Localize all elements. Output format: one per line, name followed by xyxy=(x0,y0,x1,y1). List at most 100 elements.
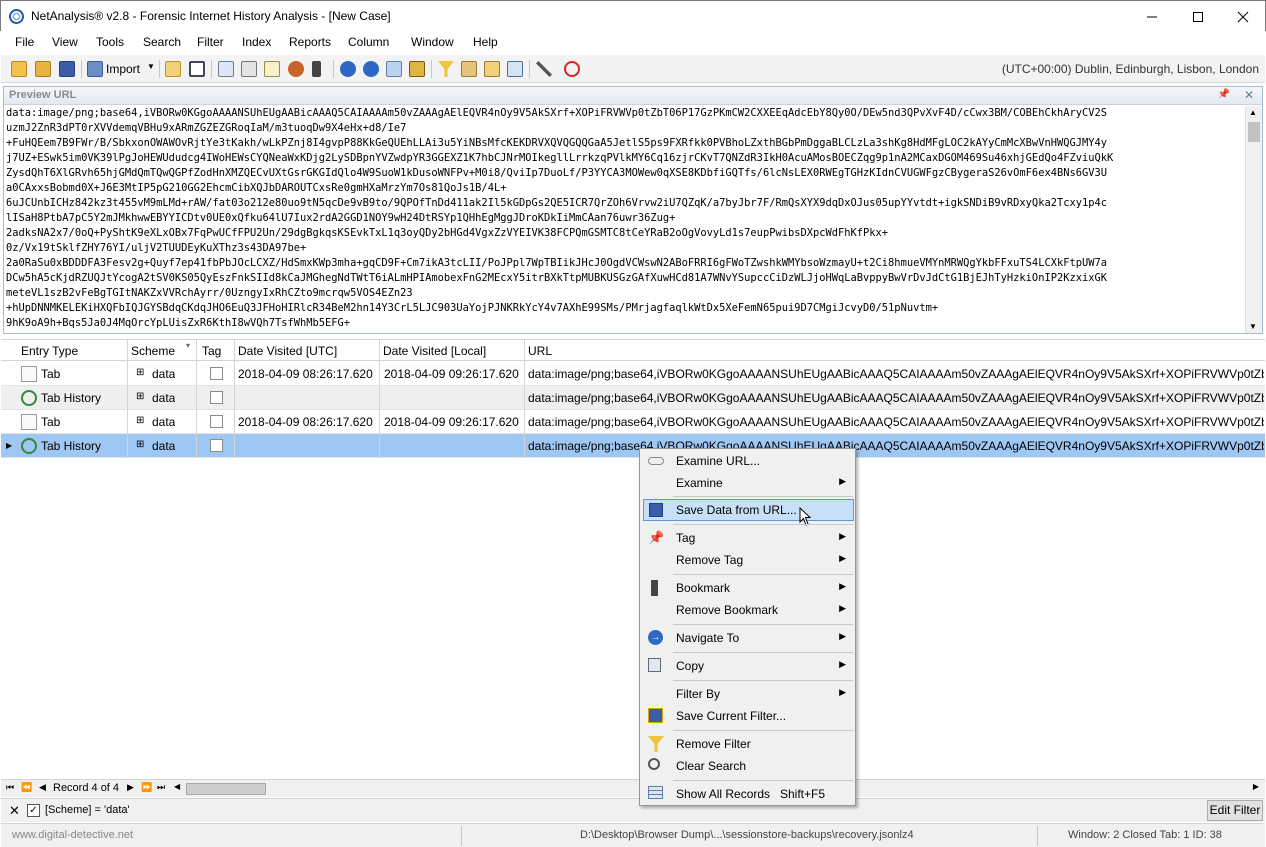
refresh-icon[interactable] xyxy=(340,61,356,77)
menu-copy[interactable]: Copy ▶ xyxy=(643,655,854,677)
tag-checkbox[interactable] xyxy=(210,415,223,428)
table-row[interactable]: Tab ⊞ data 2018-04-09 08:26:17.620 2018-… xyxy=(1,410,1265,434)
menu-reports[interactable]: Reports xyxy=(289,35,331,49)
menu-show-all-records[interactable]: Show All Records Shift+F5 xyxy=(643,783,854,805)
scroll-left-icon[interactable]: ◀ xyxy=(174,782,180,791)
tools-icon[interactable] xyxy=(536,61,552,77)
close-pane-icon[interactable]: ✕ xyxy=(1244,88,1254,102)
menu-examine[interactable]: Examine ▶ xyxy=(643,472,854,494)
tag-checkbox[interactable] xyxy=(210,367,223,380)
toolbar-separator xyxy=(333,60,334,78)
column-scheme[interactable]: Scheme xyxy=(131,344,175,358)
menu-tag[interactable]: 📌 Tag ▶ xyxy=(643,527,854,549)
menu-tools[interactable]: Tools xyxy=(96,35,124,49)
preview-scrollbar[interactable]: ▲ ▼ xyxy=(1245,106,1262,333)
power-icon[interactable] xyxy=(564,61,580,77)
menu-index[interactable]: Index xyxy=(242,35,271,49)
status-divider xyxy=(461,826,462,846)
tab-icon xyxy=(21,414,37,430)
menu-help[interactable]: Help xyxy=(473,35,498,49)
column-url[interactable]: URL xyxy=(528,344,552,358)
maximize-button[interactable] xyxy=(1175,1,1221,32)
menu-remove-tag[interactable]: Remove Tag ▶ xyxy=(643,549,854,571)
menu-remove-bookmark[interactable]: Remove Bookmark ▶ xyxy=(643,599,854,621)
report-icon[interactable] xyxy=(264,61,280,77)
column-entry-type[interactable]: Entry Type xyxy=(21,344,78,358)
column-divider xyxy=(379,340,380,362)
menu-clear-search[interactable]: Clear Search xyxy=(643,755,854,777)
preview-line: data:image/png;base64,iVBORw0KGgoAAAANSU… xyxy=(6,107,1108,119)
minimize-button[interactable] xyxy=(1129,1,1175,32)
horizontal-scroll-thumb[interactable] xyxy=(186,783,266,795)
context-menu: Examine URL... Examine ▶ Save Data from … xyxy=(639,448,856,806)
table-row[interactable]: Tab ⊞ data 2018-04-09 08:26:17.620 2018-… xyxy=(1,362,1265,386)
tag-checkbox[interactable] xyxy=(210,439,223,452)
menu-save-current-filter[interactable]: Save Current Filter... xyxy=(643,705,854,727)
menu-save-data-from-url[interactable]: Save Data from URL... xyxy=(643,499,854,526)
import-dropdown-icon[interactable]: ▼ xyxy=(147,62,155,71)
edit-filter-button[interactable]: Edit Filter xyxy=(1207,800,1263,821)
grid-header: Entry Type Scheme ▾ Tag Date Visited [UT… xyxy=(1,339,1265,362)
scroll-right-icon[interactable]: ▶ xyxy=(1253,782,1259,791)
column-date-utc[interactable]: Date Visited [UTC] xyxy=(238,344,337,358)
menu-file[interactable]: File xyxy=(15,35,34,49)
database-icon[interactable] xyxy=(461,61,477,77)
save-icon[interactable] xyxy=(59,61,75,77)
menu-filter-by[interactable]: Filter By ▶ xyxy=(643,683,854,705)
menu-filter[interactable]: Filter xyxy=(197,35,224,49)
pin-pane-icon[interactable]: 📌 xyxy=(1218,89,1230,100)
import-button[interactable]: Import xyxy=(106,62,140,76)
open-folder-icon[interactable] xyxy=(35,61,51,77)
windows-icon[interactable] xyxy=(386,61,402,77)
filter-bar: ✕ ✓ [Scheme] = 'data' Edit Filter xyxy=(1,798,1265,822)
column-tag[interactable]: Tag xyxy=(202,344,221,358)
last-record-icon[interactable]: ⏭ xyxy=(157,782,165,793)
status-divider xyxy=(1037,826,1038,846)
scroll-down-icon[interactable]: ▼ xyxy=(1249,322,1257,331)
website-link[interactable]: www.digital-detective.net xyxy=(12,829,133,841)
next-page-icon[interactable]: ⏩ xyxy=(141,782,152,793)
menu-view[interactable]: View xyxy=(52,35,78,49)
columns-icon[interactable] xyxy=(507,61,523,77)
column-filter-icon[interactable]: ▾ xyxy=(186,341,190,350)
import-icon[interactable] xyxy=(87,61,103,77)
cell-divider xyxy=(524,434,525,458)
cookie-icon[interactable] xyxy=(288,61,304,77)
prev-record-icon[interactable]: ◀ xyxy=(39,782,46,793)
url-cell: data:image/png;base64,iVBORw0KGgoAAAANSU… xyxy=(528,415,1264,429)
cell-divider xyxy=(127,410,128,434)
column-date-local[interactable]: Date Visited [Local] xyxy=(383,344,486,358)
menu-examine-url[interactable]: Examine URL... xyxy=(643,450,854,472)
bookmark-icon[interactable] xyxy=(312,61,321,77)
preview-url-text[interactable]: data:image/png;base64,iVBORw0KGgoAAAANSU… xyxy=(6,106,1242,332)
menu-bookmark[interactable]: Bookmark ▶ xyxy=(643,577,854,599)
sync-icon[interactable] xyxy=(363,61,379,77)
scroll-up-icon[interactable]: ▲ xyxy=(1249,108,1257,117)
next-record-icon[interactable]: ▶ xyxy=(127,782,134,793)
menu-remove-filter[interactable]: Remove Filter xyxy=(643,733,854,755)
filter-wizard-icon[interactable] xyxy=(165,61,181,77)
prev-page-icon[interactable]: ⏪ xyxy=(21,782,32,793)
grid-view-icon[interactable] xyxy=(218,61,234,77)
first-record-icon[interactable]: ⏮ xyxy=(6,782,14,793)
preview-line: 2adksNA2x7/0oQ+PyShtK9eXLxOBx7FqPwUCfFPU… xyxy=(6,227,889,239)
table-row[interactable]: Tab History ⊞ data data:image/png;base64… xyxy=(1,386,1265,410)
new-case-icon[interactable] xyxy=(11,61,27,77)
close-button[interactable] xyxy=(1220,1,1266,32)
search-icon[interactable] xyxy=(189,61,205,77)
menu-window[interactable]: Window xyxy=(411,35,454,49)
menu-column[interactable]: Column xyxy=(348,35,389,49)
filter-enabled-checkbox[interactable]: ✓ xyxy=(27,804,40,817)
menu-navigate-to[interactable]: → Navigate To ▶ xyxy=(643,627,854,649)
saved-filter-icon[interactable] xyxy=(484,61,500,77)
filter-icon[interactable] xyxy=(438,61,454,77)
date-utc-cell: 2018-04-09 08:26:17.620 xyxy=(238,367,373,381)
menu-search[interactable]: Search xyxy=(143,35,181,49)
clear-filter-icon[interactable]: ✕ xyxy=(9,803,20,819)
print-icon[interactable] xyxy=(241,61,257,77)
scroll-thumb[interactable] xyxy=(1248,122,1260,142)
tag-checkbox[interactable] xyxy=(210,391,223,404)
image-icon[interactable] xyxy=(409,61,425,77)
table-row-selected[interactable]: ▶ Tab History ⊞ data data:image/png;base… xyxy=(1,434,1265,458)
scheme-cell: data xyxy=(152,367,176,381)
